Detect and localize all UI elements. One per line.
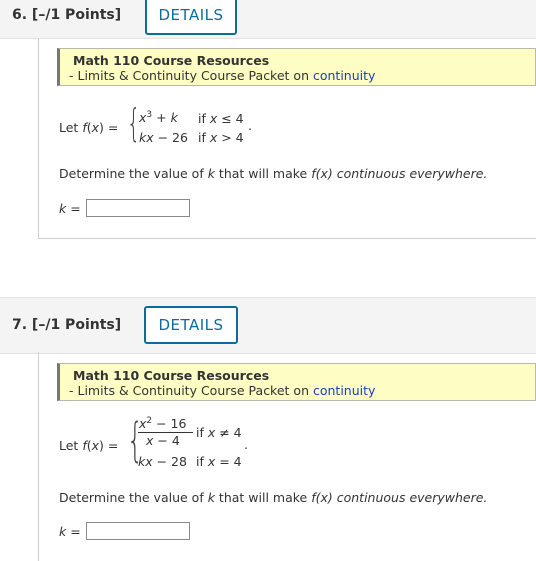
prompt-suffix: continuous everywhere.	[332, 166, 488, 181]
question-6-body: Math 110 Course Resources - Limits & Con…	[38, 38, 536, 239]
question-7-details-button[interactable]: DETAILS	[144, 306, 238, 344]
question-6-resources-box: Math 110 Course Resources - Limits & Con…	[57, 48, 536, 86]
question-7-answer-input[interactable]	[86, 522, 190, 540]
case2-expr: kx − 26	[139, 130, 188, 145]
case1-denominator: x − 4	[146, 433, 180, 448]
question-7-body: Math 110 Course Resources - Limits & Con…	[38, 352, 536, 561]
question-6-answer-label: k =	[59, 201, 81, 216]
continuity-link[interactable]: continuity	[313, 383, 375, 398]
question-7-title: 7. [–/1 Points]	[12, 317, 122, 333]
case2-cond: if x > 4	[198, 130, 244, 145]
function-lead: Let f(x) =	[59, 438, 119, 453]
function-period: .	[244, 437, 248, 452]
question-6-title: 6. [–/1 Points]	[12, 7, 122, 23]
case1-expr: x3 + k	[139, 110, 178, 126]
prompt-suffix: continuous everywhere.	[332, 490, 488, 505]
prompt-text-mid: that will make	[214, 490, 312, 505]
prompt-fx: f(x)	[311, 490, 333, 505]
resources-subtitle: - Limits & Continuity Course Packet on c…	[69, 383, 375, 398]
case2-cond: if x = 4	[196, 454, 242, 469]
resources-subtitle-text: - Limits & Continuity Course Packet on	[69, 68, 313, 83]
resources-title: Math 110 Course Resources	[73, 53, 270, 68]
question-6-prompt: Determine the value of k that will make …	[59, 166, 487, 181]
case1-cond: if x ≠ 4	[196, 425, 242, 440]
question-6-answer-input[interactable]	[86, 199, 190, 217]
resources-title: Math 110 Course Resources	[73, 368, 270, 383]
case1-cond: if x ≤ 4	[198, 111, 244, 126]
function-lead: Let f(x) =	[59, 120, 119, 135]
resources-subtitle: - Limits & Continuity Course Packet on c…	[69, 68, 375, 83]
case1-numerator: x2 − 16	[139, 416, 187, 432]
prompt-text-mid: that will make	[214, 166, 312, 181]
prompt-fx: f(x)	[311, 166, 333, 181]
prompt-text: Determine the value of	[59, 490, 208, 505]
question-6-header: 6. [–/1 Points] DETAILS	[0, 0, 536, 39]
function-period: .	[248, 118, 252, 133]
prompt-var: k	[207, 490, 215, 505]
continuity-link[interactable]: continuity	[313, 68, 375, 83]
resources-subtitle-text: - Limits & Continuity Course Packet on	[69, 383, 313, 398]
case2-expr: kx − 28	[138, 454, 187, 469]
question-6-details-button[interactable]: DETAILS	[145, 0, 237, 35]
question-7-answer-label: k =	[59, 524, 81, 539]
question-7-header: 7. [–/1 Points] DETAILS	[0, 297, 536, 354]
question-7-resources-box: Math 110 Course Resources - Limits & Con…	[57, 363, 536, 401]
question-7-prompt: Determine the value of k that will make …	[59, 490, 487, 505]
prompt-var: k	[207, 166, 215, 181]
prompt-text: Determine the value of	[59, 166, 208, 181]
